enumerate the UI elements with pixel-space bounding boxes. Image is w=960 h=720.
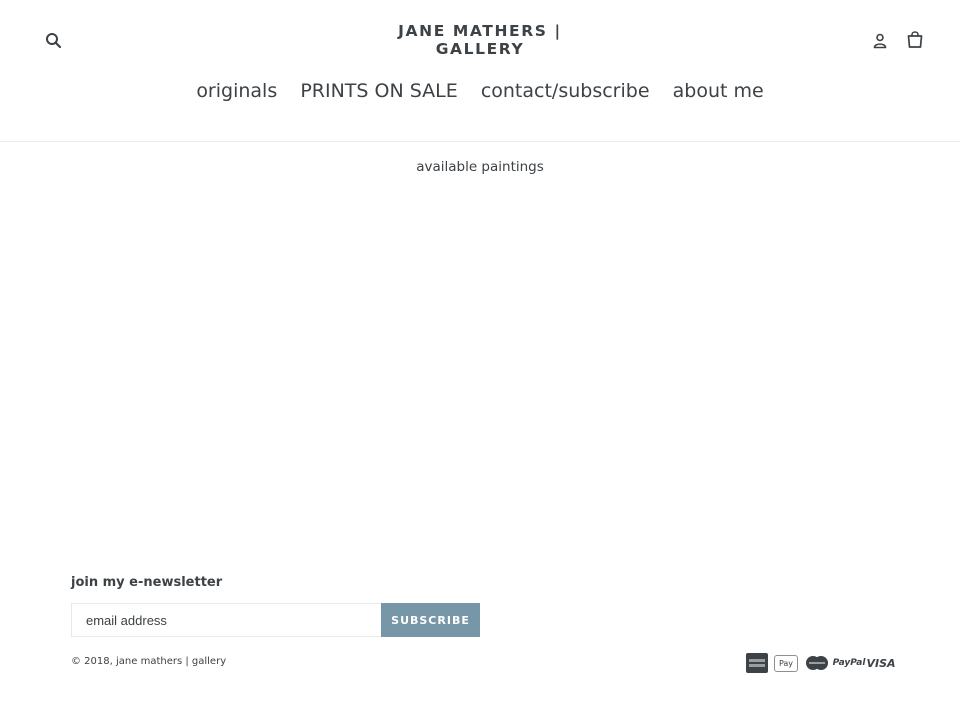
newsletter-form: SUBSCRIBE [71,603,480,637]
user-icon[interactable] [871,32,889,50]
mastercard-icon [804,653,830,673]
paypal-icon: PayPal [832,658,866,668]
subscribe-button[interactable]: SUBSCRIBE [381,603,480,637]
nav-item-about-me[interactable]: about me [673,78,764,104]
copyright-prefix: © 2018, [71,656,116,667]
site-header: JANE MATHERS | GALLERY originals PRINTS … [0,0,960,142]
nav-item-prints-on-sale[interactable]: PRINTS ON SALE [300,78,457,104]
search-icon[interactable] [44,31,64,51]
newsletter-heading: join my e-newsletter [71,575,223,590]
nav-item-contact-subscribe[interactable]: contact/subscribe [481,78,650,104]
site-logo[interactable]: JANE MATHERS | GALLERY [380,22,580,58]
apple-pay-icon: Pay [774,654,798,672]
visa-icon: VISA [866,656,896,670]
apple-pay-label: Pay [778,658,794,668]
shopping-bag-icon[interactable] [905,30,925,50]
main-nav: originals PRINTS ON SALE contact/subscri… [0,78,960,104]
email-field[interactable] [71,603,381,637]
nav-item-originals[interactable]: originals [196,78,277,104]
american-express-icon [746,653,768,673]
copyright: © 2018, jane mathers | gallery [71,656,226,667]
copyright-link[interactable]: jane mathers | gallery [116,656,226,667]
payment-icons: Pay PayPal VISA [746,653,896,673]
page-title: available paintings [416,159,544,175]
